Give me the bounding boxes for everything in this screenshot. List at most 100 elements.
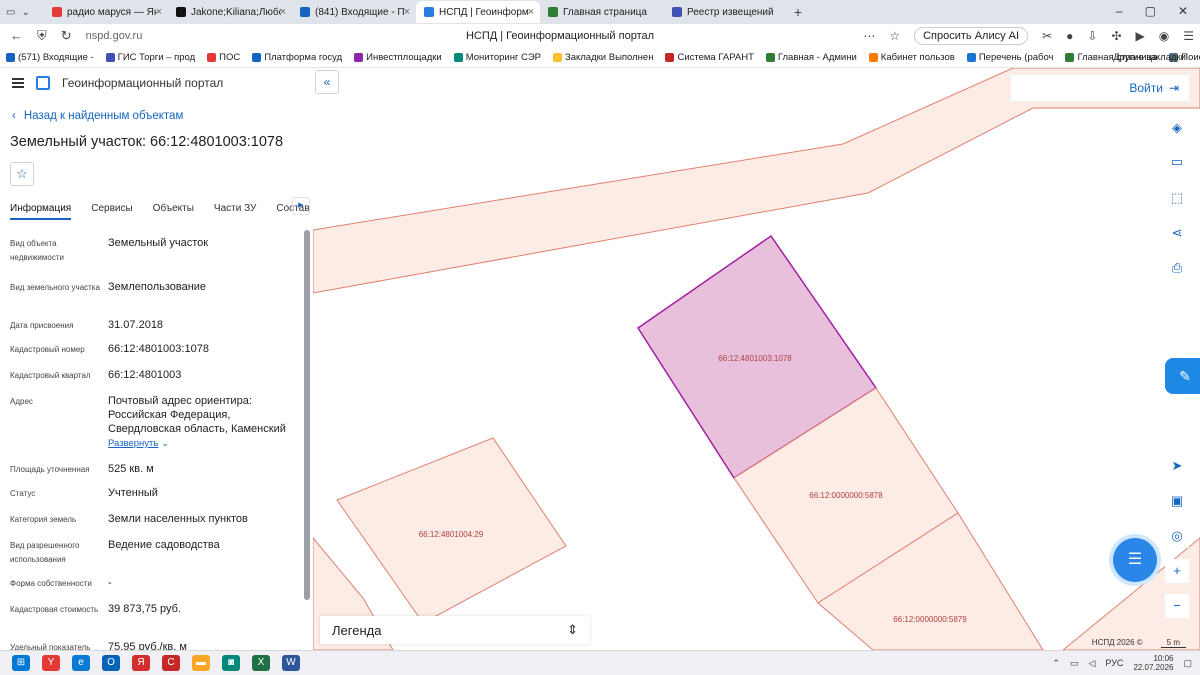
bookmark-favicon-icon bbox=[765, 53, 775, 62]
explorer-icon[interactable]: ▬ bbox=[192, 655, 210, 671]
bookmark-favicon-icon bbox=[6, 53, 15, 62]
navigate-icon[interactable]: ➤ bbox=[1165, 454, 1189, 478]
new-tab-button[interactable]: + bbox=[788, 4, 808, 20]
language-indicator[interactable]: РУС bbox=[1105, 658, 1123, 668]
bookmark-item[interactable]: ГИС Торги – прод bbox=[100, 52, 201, 63]
profile-icon[interactable]: ● bbox=[1066, 29, 1073, 43]
bookmark-item[interactable]: Система ГАРАНТ bbox=[659, 52, 759, 63]
portal-logo-icon bbox=[36, 76, 50, 90]
word-icon[interactable]: W bbox=[282, 655, 300, 671]
bookmark-item[interactable]: Мониторинг СЭР bbox=[448, 52, 547, 63]
login-button[interactable]: Войти ⇥ bbox=[1010, 74, 1190, 102]
close-icon[interactable]: × bbox=[280, 6, 286, 18]
bookmark-item[interactable]: Главная - Админи bbox=[760, 52, 863, 63]
menu-icon[interactable]: ☰ bbox=[1183, 29, 1194, 43]
bookmark-icon[interactable]: ☆ bbox=[889, 29, 900, 43]
tab-favicon-icon bbox=[424, 7, 434, 17]
chevron-down-icon[interactable]: ⌄ bbox=[21, 7, 29, 18]
url-field[interactable]: nspd.gov.ru bbox=[86, 30, 143, 42]
sidebar-scrollbar[interactable] bbox=[304, 230, 310, 600]
yandex-icon[interactable]: Я bbox=[132, 655, 150, 671]
bookmark-item[interactable]: Инвестплощадки bbox=[348, 52, 448, 63]
window-controls: – ▢ ✕ bbox=[1104, 0, 1200, 22]
tab-objects[interactable]: Объекты bbox=[153, 203, 194, 214]
browser-tab[interactable]: Реестр извещений bbox=[664, 1, 788, 23]
property-row: Категория земель Земли населенных пунктов bbox=[10, 513, 248, 525]
download-icon[interactable]: ⇩ bbox=[1087, 29, 1097, 43]
other-bookmarks[interactable]: Другие закладки bbox=[1113, 52, 1186, 63]
account-icon[interactable]: ◉ bbox=[1159, 29, 1169, 43]
media-icon[interactable]: ▶ bbox=[1136, 29, 1145, 43]
property-row: Вид объекта недвижимости Земельный участо… bbox=[10, 237, 209, 262]
tray-arrow-icon[interactable]: ⌃ bbox=[1052, 658, 1060, 669]
volume-icon[interactable]: ◁ bbox=[1088, 658, 1095, 669]
more-icon[interactable]: ⋯ bbox=[863, 29, 875, 43]
bookmark-item[interactable]: Платформа госуд bbox=[246, 52, 348, 63]
close-icon[interactable]: × bbox=[404, 6, 410, 18]
back-link[interactable]: ‹ Назад к найденным объектам bbox=[0, 110, 313, 122]
close-icon[interactable]: × bbox=[156, 6, 162, 18]
reload-icon[interactable]: ↻ bbox=[61, 28, 72, 44]
puzzle-icon[interactable]: ✣ bbox=[1111, 29, 1121, 43]
chat-assistant-button[interactable]: ☰ bbox=[1113, 538, 1157, 582]
ask-alice-button[interactable]: Спросить Алису AI bbox=[914, 27, 1029, 45]
network-icon[interactable]: ▭ bbox=[1070, 658, 1079, 669]
tab-information[interactable]: Информация bbox=[10, 203, 72, 220]
browser-tab[interactable]: Главная страница bbox=[540, 1, 664, 23]
layers-icon[interactable]: ◈ bbox=[1165, 116, 1189, 140]
bookmark-item[interactable]: Кабинет пользов bbox=[863, 52, 961, 63]
yandex-browser-icon[interactable]: Y bbox=[42, 655, 60, 671]
bookmark-item[interactable]: Закладки Выполнен bbox=[547, 52, 659, 63]
locate-icon[interactable]: ◎ bbox=[1165, 524, 1189, 548]
browser-tab-active[interactable]: НСПД | Геоинформацио× bbox=[416, 1, 540, 23]
bookmark-favicon-icon bbox=[552, 53, 562, 62]
print-icon[interactable]: ⎙ bbox=[1165, 256, 1189, 280]
tab-parts[interactable]: Части ЗУ bbox=[214, 203, 256, 214]
browser-tab[interactable]: Jakone;Kiliana;Любо × bbox=[168, 1, 292, 23]
collapse-panel-button[interactable]: « bbox=[315, 70, 339, 94]
maximize-icon[interactable]: ▢ bbox=[1145, 4, 1156, 18]
scale-bar: 5 m bbox=[1160, 638, 1186, 648]
extension-icon[interactable]: ✂ bbox=[1042, 29, 1052, 43]
chevron-down-icon[interactable]: ⌄ bbox=[161, 438, 169, 448]
tab-services[interactable]: Сервисы bbox=[91, 203, 132, 214]
back-arrow-icon[interactable]: ← bbox=[10, 28, 23, 44]
tab-bar-controls: ▭ ⌄ bbox=[0, 7, 44, 18]
page-title: Земельный участок: 66:12:4801003:1078 bbox=[10, 134, 284, 150]
window-icon[interactable]: ▭ bbox=[6, 7, 15, 18]
app-area: Геоинформационный портал ‹ Назад к найде… bbox=[0, 68, 1200, 650]
select-area-icon[interactable]: ⬚ bbox=[1165, 186, 1189, 210]
map-footer: НСПД 2026 © 5 m bbox=[1092, 638, 1186, 648]
zoom-out-icon[interactable]: − bbox=[1165, 594, 1189, 618]
expand-link[interactable]: Развернуть bbox=[108, 438, 158, 449]
browser-tab[interactable]: радио маруся — Яндекс:× bbox=[44, 1, 168, 23]
start-icon[interactable]: ⊞ bbox=[12, 655, 30, 671]
feedback-tab-button[interactable]: ✎ bbox=[1165, 358, 1200, 394]
minimize-icon[interactable]: – bbox=[1116, 4, 1123, 18]
close-icon[interactable]: × bbox=[528, 6, 534, 18]
tabs-scroll-right-icon[interactable]: ▶ bbox=[292, 197, 310, 215]
legend-panel[interactable]: Легенда ⇕ bbox=[320, 616, 590, 644]
favorite-star-button[interactable]: ☆ bbox=[10, 162, 34, 186]
ruler-icon[interactable]: ▭ bbox=[1165, 150, 1189, 174]
close-window-icon[interactable]: ✕ bbox=[1178, 4, 1188, 18]
bookmark-item[interactable]: Перечень (рабоч bbox=[961, 52, 1060, 63]
outlook-icon[interactable]: O bbox=[102, 655, 120, 671]
minimap-icon[interactable]: ▣ bbox=[1165, 489, 1189, 513]
map-view[interactable]: 66:12:4801003:1078 66:12:4801004:29 66:1… bbox=[313, 68, 1200, 650]
remote-icon[interactable]: ◙ bbox=[222, 655, 240, 671]
bookmark-item[interactable]: ПОС bbox=[201, 52, 246, 63]
notification-icon[interactable]: ▢ bbox=[1183, 658, 1192, 669]
browser-tab[interactable]: (841) Входящие - Почта М× bbox=[292, 1, 416, 23]
bookmark-item[interactable]: (571) Входящие - bbox=[0, 52, 100, 63]
zoom-in-icon[interactable]: + bbox=[1165, 559, 1189, 583]
excel-icon[interactable]: X bbox=[252, 655, 270, 671]
app-c-icon[interactable]: C bbox=[162, 655, 180, 671]
parcel-map[interactable]: 66:12:4801003:1078 66:12:4801004:29 66:1… bbox=[313, 68, 1200, 650]
bookmark-favicon-icon bbox=[868, 53, 878, 62]
share-icon[interactable]: ⋖ bbox=[1165, 221, 1189, 245]
protect-icon[interactable]: ⛨ bbox=[37, 28, 47, 44]
clock[interactable]: 10:06 22.07.2026 bbox=[1133, 654, 1173, 672]
edge-icon[interactable]: e bbox=[72, 655, 90, 671]
menu-icon[interactable] bbox=[12, 78, 24, 88]
